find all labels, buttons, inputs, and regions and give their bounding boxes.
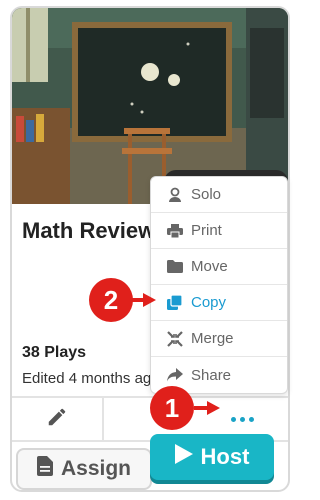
menu-item-label: Move — [191, 258, 228, 275]
document-icon — [36, 456, 53, 482]
menu-item-label: Copy — [191, 294, 227, 311]
cover-image: 21 Questions — [12, 8, 288, 204]
print-icon — [167, 223, 183, 239]
host-button[interactable]: Host — [150, 434, 274, 480]
folder-icon — [167, 259, 183, 275]
menu-item-label: Print — [191, 222, 222, 239]
plays-count: 38 Plays — [22, 344, 87, 361]
play-icon — [174, 444, 193, 470]
kahoot-title: Math Review — [22, 218, 156, 243]
more-dots-icon — [231, 416, 254, 422]
solo-icon — [167, 187, 183, 203]
pencil-icon — [46, 406, 68, 433]
menu-item-label: Merge — [191, 330, 234, 347]
more-options-menu: Solo Print Move Copy Merge Share — [150, 176, 288, 394]
menu-item-solo[interactable]: Solo — [151, 177, 287, 213]
menu-item-label: Solo — [191, 186, 222, 203]
menu-item-label: Share — [191, 366, 232, 384]
copy-icon — [167, 294, 183, 311]
edit-button[interactable] — [12, 398, 104, 440]
share-icon — [167, 367, 183, 383]
menu-item-merge[interactable]: Merge — [151, 321, 287, 357]
step-2-callout: 2 — [89, 278, 133, 322]
host-label: Host — [200, 444, 250, 469]
merge-icon — [167, 330, 183, 347]
assign-button[interactable]: Assign — [16, 448, 152, 490]
menu-item-copy[interactable]: Copy — [151, 285, 287, 321]
menu-item-move[interactable]: Move — [151, 249, 287, 285]
step-1-callout: 1 — [150, 386, 194, 430]
menu-item-print[interactable]: Print — [151, 213, 287, 249]
assign-label: Assign — [60, 457, 131, 480]
edited-timestamp: Edited 4 months ago — [22, 370, 160, 387]
